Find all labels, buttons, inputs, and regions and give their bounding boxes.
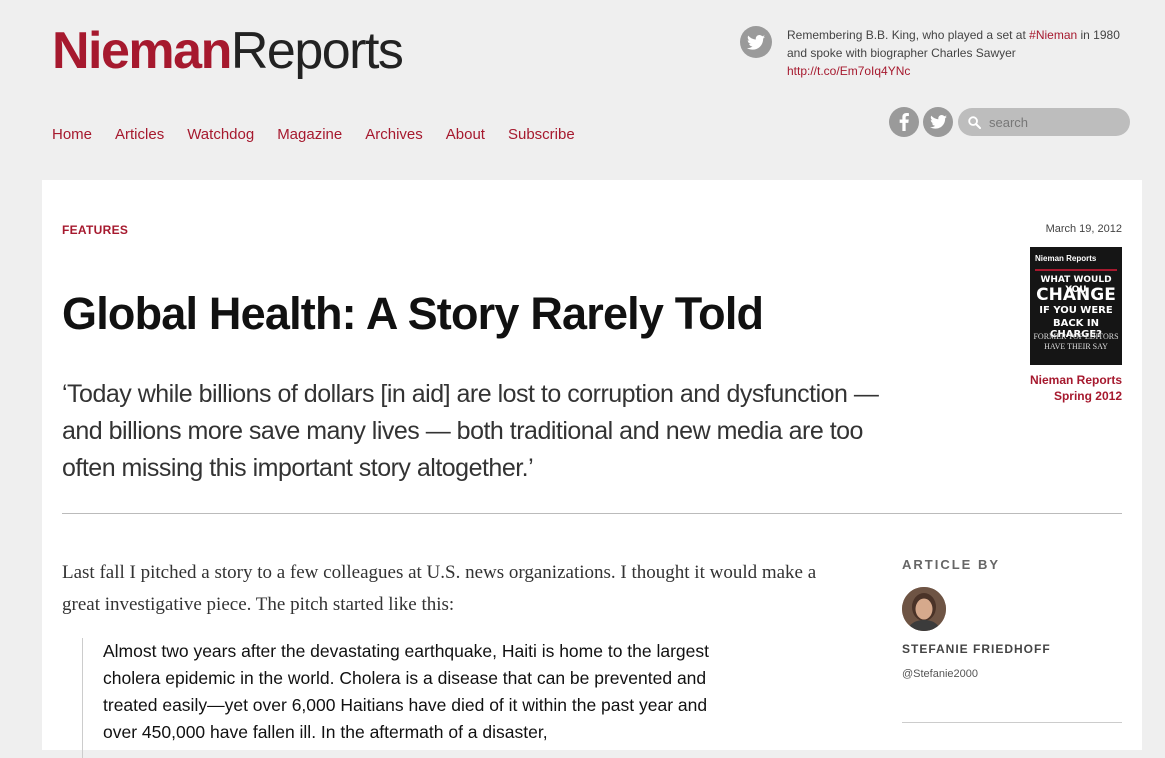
- nav-home[interactable]: Home: [52, 126, 92, 143]
- search-box[interactable]: [958, 108, 1130, 136]
- nav-about[interactable]: About: [446, 126, 485, 143]
- logo-nieman: Nieman: [52, 22, 232, 80]
- author-name[interactable]: STEFANIE FRIEDHOFF: [902, 642, 1051, 656]
- nav-magazine[interactable]: Magazine: [277, 126, 342, 143]
- nav-articles[interactable]: Articles: [115, 126, 164, 143]
- author-avatar[interactable]: [902, 587, 946, 631]
- cover-headline-3: IF YOU WERE: [1039, 305, 1113, 316]
- twitter-bird-icon: [740, 26, 772, 58]
- facebook-icon[interactable]: [889, 107, 919, 137]
- nav-subscribe[interactable]: Subscribe: [508, 126, 575, 143]
- latest-tweet: Remembering B.B. King, who played a set …: [740, 26, 1135, 80]
- twitter-icon[interactable]: [923, 107, 953, 137]
- search-input[interactable]: [989, 114, 1119, 130]
- article-dek: ‘Today while billions of dollars [in aid…: [62, 380, 879, 482]
- article-paragraph: Last fall I pitched a story to a few col…: [62, 562, 817, 615]
- social-and-search: [889, 107, 1130, 137]
- site-logo[interactable]: NiemanReports: [52, 20, 404, 82]
- divider: [62, 513, 1122, 514]
- article-date: March 19, 2012: [1045, 223, 1122, 235]
- article-by-label: ARTICLE BY: [902, 557, 1000, 572]
- nav-archives[interactable]: Archives: [365, 126, 423, 143]
- sidebar-divider: [902, 722, 1122, 723]
- main-nav: Home Articles Watchdog Magazine Archives…: [52, 126, 598, 143]
- cover-brand: Nieman Reports: [1035, 254, 1097, 263]
- pitch-blockquote: Almost two years after the devastating e…: [82, 638, 743, 758]
- tweet-url-link[interactable]: http://t.co/Em7oIq4YNc: [787, 64, 910, 78]
- cover-caption[interactable]: Nieman Reports Spring 2012: [1030, 372, 1122, 404]
- cover-rule: [1035, 269, 1117, 271]
- cover-caption-title: Nieman Reports: [1029, 373, 1122, 387]
- search-icon: [968, 115, 981, 129]
- article-title: Global Health: A Story Rarely Told: [62, 288, 764, 339]
- logo-reports: Reports: [230, 22, 404, 80]
- cover-headline-2: CHANGE: [1036, 285, 1116, 305]
- author-handle[interactable]: @Stefanie2000: [902, 668, 978, 680]
- cover-subhead-2: HAVE THEIR SAY: [1044, 342, 1108, 351]
- cover-subhead-1: FORMER TOP EDITORS: [1033, 332, 1119, 341]
- nav-watchdog[interactable]: Watchdog: [187, 126, 254, 143]
- tweet-hashtag-link[interactable]: #Nieman: [1029, 28, 1077, 42]
- article-category[interactable]: FEATURES: [62, 223, 128, 237]
- magazine-cover[interactable]: Nieman Reports WHAT WOULD YOU CHANGE IF …: [1030, 247, 1122, 365]
- site-header: NiemanReports Home Articles Watchdog Mag…: [0, 0, 1165, 200]
- cover-caption-issue: Spring 2012: [1053, 389, 1122, 403]
- tweet-text: Remembering B.B. King, who played a set …: [787, 28, 1120, 78]
